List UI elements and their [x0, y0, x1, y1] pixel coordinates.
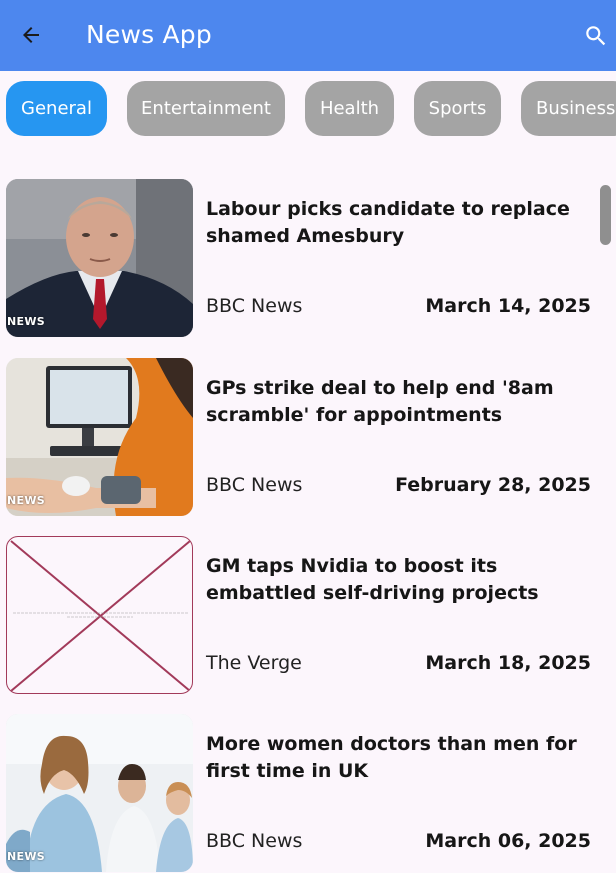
news-badge: NEWS: [7, 850, 45, 863]
app-title: News App: [86, 20, 212, 49]
article-headline: More women doctors than men for first ti…: [206, 733, 577, 782]
article-image: NEWS: [6, 714, 193, 872]
article-source: BBC News: [206, 830, 303, 852]
article-source: The Verge: [206, 652, 302, 674]
article-date: March 18, 2025: [425, 652, 591, 674]
chip-health[interactable]: Health: [305, 81, 394, 136]
article-image: NEWS: [6, 358, 193, 516]
article-card[interactable]: NEWS GPs strike deal to help end '8am sc…: [6, 358, 606, 516]
article-headline: GPs strike deal to help end '8am scrambl…: [206, 377, 554, 426]
article-date: February 28, 2025: [395, 474, 591, 496]
app-bar: News App: [0, 0, 616, 71]
article-headline: Labour picks candidate to replace shamed…: [206, 198, 570, 247]
scrollbar-thumb[interactable]: [600, 185, 611, 245]
news-badge: NEWS: [7, 315, 45, 328]
back-button[interactable]: [14, 18, 48, 52]
article-headline: GM taps Nvidia to boost its embattled se…: [206, 555, 539, 604]
search-icon: [586, 26, 606, 46]
article-date: March 14, 2025: [425, 295, 591, 317]
article-source: BBC News: [206, 295, 303, 317]
category-chips: General Entertainment Health Sports Busi…: [0, 81, 616, 137]
news-badge: NEWS: [7, 494, 45, 507]
broken-image-placeholder: [6, 536, 193, 694]
article-image: NEWS: [6, 179, 193, 337]
search-button[interactable]: [578, 18, 614, 54]
article-card[interactable]: NEWS More women doctors than men for fir…: [6, 714, 606, 872]
chip-business[interactable]: Business: [521, 81, 616, 136]
chip-entertainment[interactable]: Entertainment: [127, 81, 285, 136]
chip-general[interactable]: General: [6, 81, 107, 136]
article-card[interactable]: NEWS Labour picks candidate to replace s…: [6, 179, 606, 337]
article-date: March 06, 2025: [425, 830, 591, 852]
arrow-back-icon: [23, 27, 39, 43]
article-card[interactable]: GM taps Nvidia to boost its embattled se…: [6, 536, 606, 694]
article-source: BBC News: [206, 474, 303, 496]
article-list: NEWS Labour picks candidate to replace s…: [0, 179, 616, 873]
chip-sports[interactable]: Sports: [414, 81, 501, 136]
